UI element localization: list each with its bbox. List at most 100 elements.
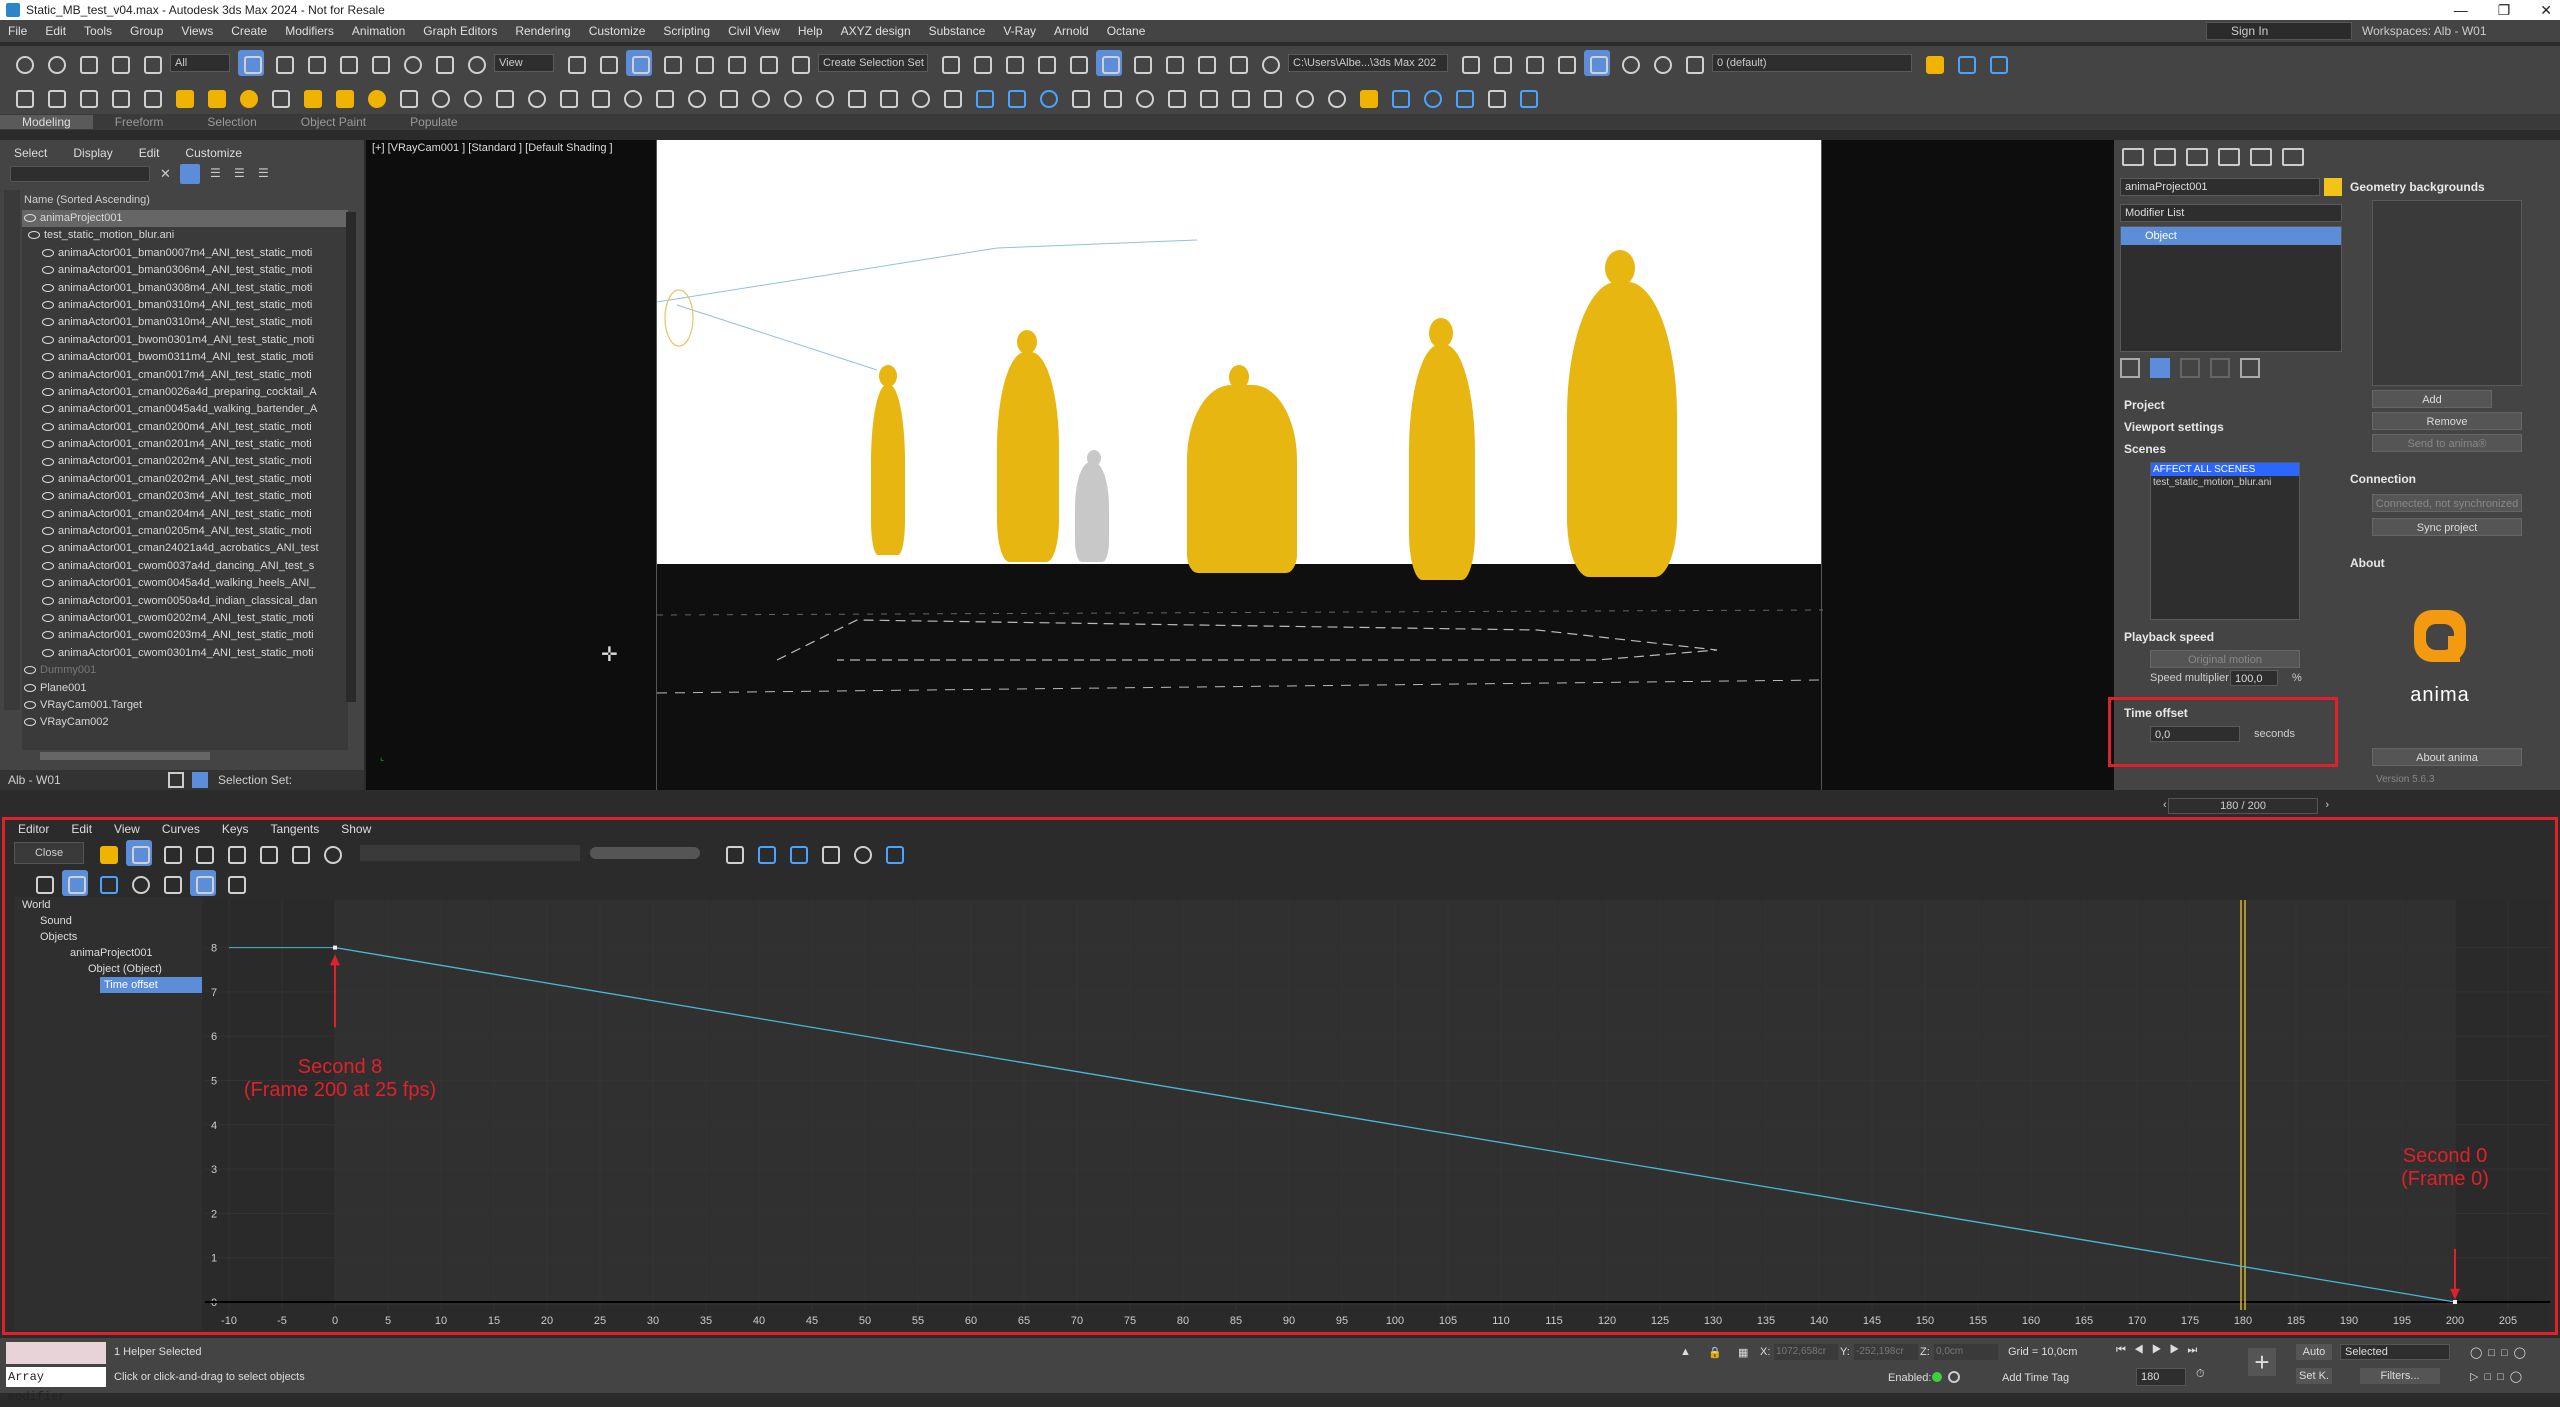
vray-lock-icon[interactable] xyxy=(746,84,772,110)
configure-sets-icon[interactable] xyxy=(2240,358,2260,378)
menu-views[interactable]: Views xyxy=(181,24,213,38)
motion-tab-icon[interactable] xyxy=(2218,148,2240,166)
arnold-light-icon[interactable] xyxy=(842,84,868,110)
visibility-eye-icon[interactable] xyxy=(42,353,54,362)
angle-snap-icon[interactable] xyxy=(690,50,716,76)
save-icon[interactable] xyxy=(1520,50,1546,76)
se-tree-row[interactable]: Dummy001 xyxy=(22,662,348,679)
playback-controls[interactable]: ⏮◀▶▶⏭ xyxy=(2116,1344,2205,1357)
auto-key-button[interactable]: Auto xyxy=(2296,1344,2332,1360)
menu-modifiers[interactable]: Modifiers xyxy=(285,24,334,38)
sort-icon[interactable]: ☰ xyxy=(258,166,269,180)
select-object-icon[interactable] xyxy=(238,50,264,76)
filters-button[interactable]: Filters... xyxy=(2360,1368,2440,1384)
snap-icon[interactable] xyxy=(658,50,684,76)
clear-search-icon[interactable]: ✕ xyxy=(160,166,171,182)
vray-mesh-icon[interactable] xyxy=(490,84,516,110)
remove-modifier-icon[interactable] xyxy=(2210,358,2230,378)
absolute-mode-icon[interactable]: ▦ xyxy=(1738,1346,1748,1359)
se-tree-row[interactable]: animaActor001_cman24021a4d_acrobatics_AN… xyxy=(22,540,348,557)
octane-material-icon[interactable] xyxy=(1194,84,1220,110)
actor-head[interactable] xyxy=(879,365,897,387)
visibility-eye-icon[interactable] xyxy=(42,283,54,292)
visibility-eye-icon[interactable] xyxy=(42,335,54,344)
vray-fb-icon[interactable] xyxy=(522,84,548,110)
menu-tools[interactable]: Tools xyxy=(84,24,112,38)
set-key-button[interactable]: Set K. xyxy=(2296,1368,2332,1384)
se-column-header[interactable]: Name (Sorted Ascending) xyxy=(24,194,150,206)
section-scenes[interactable]: Scenes xyxy=(2124,442,2166,456)
layer-dropdown[interactable]: 0 (default) xyxy=(1712,54,1912,72)
actor-head[interactable] xyxy=(1429,318,1453,348)
arnold-ipr-icon[interactable] xyxy=(810,84,836,110)
se-tree-row[interactable]: animaActor001_cman0203m4_ANI_test_static… xyxy=(22,488,348,505)
time-slider[interactable]: ‹ 180 / 200 › xyxy=(2163,798,2329,814)
actor-figure[interactable] xyxy=(1187,385,1297,573)
menu-create[interactable]: Create xyxy=(231,24,267,38)
rotate-icon[interactable] xyxy=(398,50,424,76)
y-coordinate-field[interactable]: -252,198cr xyxy=(1854,1344,1918,1360)
toggle-ribbon-icon[interactable] xyxy=(1032,50,1058,76)
actor-figure[interactable] xyxy=(1409,345,1475,580)
workspaces-dropdown[interactable]: Workspaces: Alb - W01 xyxy=(2362,22,2552,40)
refresh-icon[interactable] xyxy=(1648,50,1674,76)
visibility-eye-icon[interactable] xyxy=(42,544,54,553)
se-tree-row[interactable]: animaActor001_cwom0202m4_ANI_test_static… xyxy=(22,610,348,627)
show-end-result-icon[interactable] xyxy=(2150,358,2170,378)
menu-graph-editors[interactable]: Graph Editors xyxy=(423,24,497,38)
menu-animation[interactable]: Animation xyxy=(352,24,405,38)
visibility-eye-icon[interactable] xyxy=(42,631,54,640)
x-coordinate-field[interactable]: 1072,658cr xyxy=(1774,1344,1838,1360)
curve-editor-icon[interactable] xyxy=(1064,50,1090,76)
se-menu-display[interactable]: Display xyxy=(73,146,112,160)
vray-fur-icon[interactable] xyxy=(298,84,324,110)
visibility-eye-icon[interactable] xyxy=(42,579,54,588)
align-icon[interactable] xyxy=(968,50,994,76)
viewport-nav-icons[interactable]: ◯□□◯ xyxy=(2470,1346,2532,1359)
display-tab-icon[interactable] xyxy=(2250,148,2272,166)
se-search-field[interactable] xyxy=(10,166,150,182)
close-icon[interactable]: ✕ xyxy=(2540,0,2552,20)
viewport-nav-icons-2[interactable]: ▷□□◯ xyxy=(2470,1370,2528,1383)
layers-icon[interactable] xyxy=(1952,50,1978,76)
render-icon[interactable] xyxy=(1224,50,1250,76)
unlink-icon[interactable] xyxy=(106,50,132,76)
vray-sphere-icon[interactable] xyxy=(618,84,644,110)
actor-head[interactable] xyxy=(1017,330,1037,354)
rect-selection-icon[interactable] xyxy=(302,50,328,76)
se-tree-row[interactable]: animaActor001_bman0308m4_ANI_test_static… xyxy=(22,280,348,297)
section-playback-speed[interactable]: Playback speed xyxy=(2124,630,2214,644)
visibility-eye-icon[interactable] xyxy=(42,561,54,570)
se-tree-row[interactable]: animaActor001_cwom0050a4d_indian_classic… xyxy=(22,593,348,610)
next-frame-icon[interactable]: › xyxy=(2325,798,2329,812)
ribbon-tab-selection[interactable]: Selection xyxy=(185,115,278,129)
workspace-label[interactable]: Alb - W01 xyxy=(8,773,61,787)
bind-space-warp-icon[interactable] xyxy=(138,50,164,76)
modify-tab-icon[interactable] xyxy=(2154,148,2176,166)
create-layer-icon[interactable] xyxy=(1920,50,1946,76)
anima-icon[interactable] xyxy=(970,84,996,110)
percent-snap-icon[interactable] xyxy=(722,50,748,76)
isolate-icon[interactable]: ▲ xyxy=(1680,1346,1691,1358)
pin-stack-icon[interactable] xyxy=(2120,358,2140,378)
utilities-tab-icon[interactable] xyxy=(2282,148,2304,166)
menu-vray[interactable]: V-Ray xyxy=(1003,24,1036,38)
axyz-extra-icon[interactable] xyxy=(1514,84,1540,110)
visibility-eye-icon[interactable] xyxy=(42,440,54,449)
prev-frame-icon[interactable]: ‹ xyxy=(2163,798,2167,812)
se-vscrollbar[interactable] xyxy=(346,212,356,702)
place-icon[interactable] xyxy=(462,50,488,76)
menu-octane[interactable]: Octane xyxy=(1107,24,1146,38)
visibility-eye-icon[interactable] xyxy=(42,370,54,379)
visibility-eye-icon[interactable] xyxy=(42,474,54,483)
visibility-eye-icon[interactable] xyxy=(42,266,54,275)
octane-light-icon[interactable] xyxy=(1162,84,1188,110)
octane-settings-icon[interactable] xyxy=(1258,84,1284,110)
se-tree-row[interactable]: animaProject001 xyxy=(22,210,348,228)
axyz-path-icon[interactable] xyxy=(1418,84,1444,110)
menu-substance[interactable]: Substance xyxy=(929,24,986,38)
select-by-name-icon[interactable] xyxy=(270,50,296,76)
section-viewport-settings[interactable]: Viewport settings xyxy=(2124,420,2224,434)
filter-icon[interactable] xyxy=(180,164,200,184)
anima-actor-icon[interactable] xyxy=(1002,84,1028,110)
